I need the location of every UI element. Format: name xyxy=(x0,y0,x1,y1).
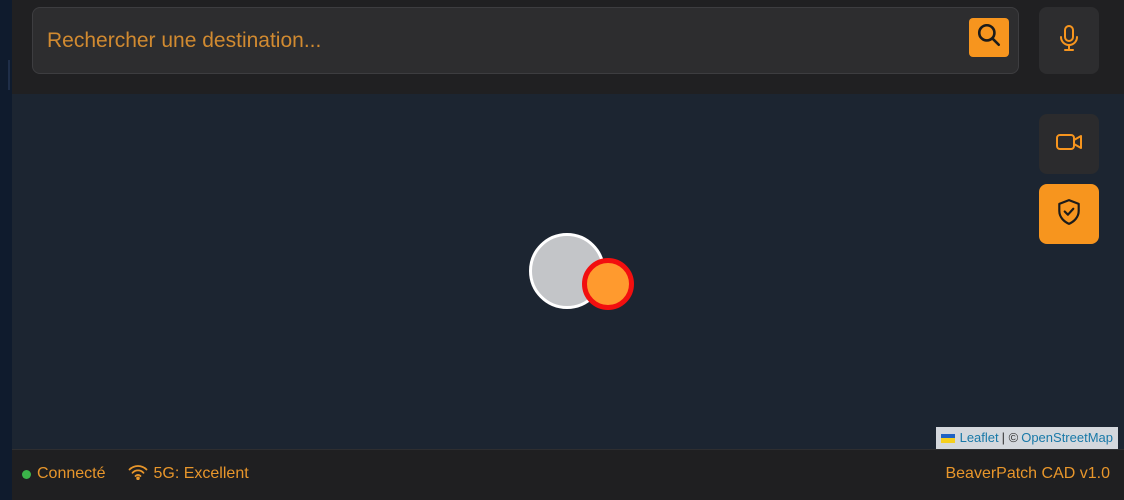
connection-status: Connecté xyxy=(22,465,106,483)
incident-marker[interactable] xyxy=(582,258,634,310)
search-input[interactable] xyxy=(47,8,947,73)
video-button[interactable] xyxy=(1039,114,1099,174)
app-version: BeaverPatch CAD v1.0 xyxy=(945,465,1110,482)
network-label: 5G: Excellent xyxy=(153,465,249,482)
attribution-separator: | © xyxy=(1001,430,1019,445)
map-attribution: Leaflet | © OpenStreetMap xyxy=(935,427,1118,449)
top-bar xyxy=(12,0,1124,94)
connection-label: Connecté xyxy=(37,465,106,482)
left-edge xyxy=(0,0,12,500)
search-box xyxy=(32,7,1019,74)
app-window: Leaflet | © OpenStreetMap Connecté xyxy=(0,0,1124,500)
video-camera-icon xyxy=(1055,131,1083,158)
shield-button[interactable] xyxy=(1039,184,1099,244)
wifi-icon xyxy=(128,464,148,485)
microphone-icon xyxy=(1057,24,1081,57)
ukraine-flag-icon xyxy=(940,433,955,443)
search-icon xyxy=(976,22,1002,53)
microphone-button[interactable] xyxy=(1039,7,1099,74)
status-bar: Connecté 5G: Excellent BeaverPatch CAD v… xyxy=(12,449,1124,500)
network-status: 5G: Excellent xyxy=(128,464,249,485)
connection-dot-icon xyxy=(22,469,31,479)
map-view[interactable]: Leaflet | © OpenStreetMap xyxy=(12,94,1124,449)
search-button[interactable] xyxy=(969,18,1009,57)
leaflet-link[interactable]: Leaflet xyxy=(960,427,999,449)
shield-check-icon xyxy=(1056,198,1082,231)
openstreetmap-link[interactable]: OpenStreetMap xyxy=(1021,427,1113,449)
